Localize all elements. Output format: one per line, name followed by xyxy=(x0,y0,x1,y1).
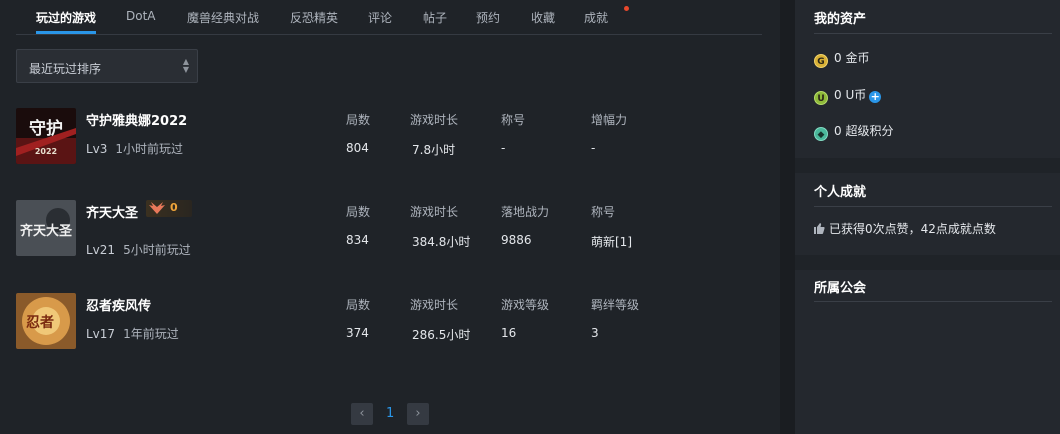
game-meta: Lv3 1小时前玩过 xyxy=(86,140,183,157)
page-number[interactable]: 1 xyxy=(386,406,394,421)
card-divider xyxy=(814,206,1052,207)
tab-played-games[interactable]: 玩过的游戏 xyxy=(36,9,96,26)
stat-header: 游戏时长 xyxy=(410,205,459,219)
u-coins-text: 0 U币 xyxy=(834,88,867,102)
thumbs-up-icon xyxy=(814,223,825,234)
prev-page-button[interactable]: ‹ xyxy=(351,403,373,425)
super-points: ◆ 0 超级积分 xyxy=(814,122,893,141)
game-title[interactable]: 忍者疾风传 xyxy=(86,295,151,314)
game-level: Lv17 xyxy=(86,327,116,341)
tab-counter-strike[interactable]: 反恐精英 xyxy=(290,9,338,26)
svg-text:2022: 2022 xyxy=(35,147,57,156)
stat-value: 374 xyxy=(346,326,369,340)
u-coin-icon: U xyxy=(814,91,828,105)
tab-achievements[interactable]: 成就 xyxy=(584,9,608,26)
svg-text:忍者: 忍者 xyxy=(26,315,54,331)
achievement-text: 已获得0次点赞，42点成就点数 xyxy=(829,222,996,236)
badge-count: 0 xyxy=(170,201,178,214)
last-played: 1年前玩过 xyxy=(123,327,179,341)
game-thumbnail[interactable]: 守护 2022 xyxy=(16,108,76,164)
panel-divider xyxy=(780,0,795,434)
tab-bar: 玩过的游戏 DotA 魔兽经典对战 反恐精英 评论 帖子 预约 收藏 成就 xyxy=(16,0,762,35)
guild-card: 所属公会 xyxy=(795,270,1060,434)
card-divider xyxy=(814,301,1052,302)
super-points-icon: ◆ xyxy=(814,127,828,141)
active-tab-indicator xyxy=(36,31,96,34)
tab-dota[interactable]: DotA xyxy=(126,9,156,23)
last-played: 1小时前玩过 xyxy=(115,142,184,156)
game-meta: Lv21 5小时前玩过 xyxy=(86,241,191,258)
svg-text:守护: 守护 xyxy=(29,118,63,139)
game-thumbnail[interactable]: 忍者 xyxy=(16,293,76,349)
game-level: Lv3 xyxy=(86,142,108,156)
assets-title: 我的资产 xyxy=(814,12,867,27)
stat-value: 16 xyxy=(501,326,517,340)
stat-value: 286.5小时 xyxy=(412,328,471,342)
stat-value: 7.8小时 xyxy=(412,143,456,157)
stat-value: 834 xyxy=(346,233,369,247)
tab-warcraft-classic[interactable]: 魔兽经典对战 xyxy=(187,9,259,26)
stat-header: 落地战力 xyxy=(501,205,550,219)
game-title[interactable]: 齐天大圣 xyxy=(86,202,138,221)
super-points-text: 0 超级积分 xyxy=(834,124,894,138)
game-row[interactable]: 忍者 忍者疾风传 Lv17 1年前玩过 局数 374 游戏时长 286.5小时 游… xyxy=(16,293,756,351)
notification-dot xyxy=(624,6,629,11)
achievements-title: 个人成就 xyxy=(814,185,867,200)
game-thumbnail[interactable]: 齐天大圣 xyxy=(16,200,76,256)
game-title[interactable]: 守护雅典娜2022 xyxy=(86,110,187,129)
stat-value: 萌新[1] xyxy=(591,235,632,249)
stat-header: 局数 xyxy=(346,298,371,312)
stat-value: - xyxy=(501,141,506,155)
sort-arrows-icon: ▲ ▼ xyxy=(182,57,189,74)
stat-header: 游戏等级 xyxy=(501,298,550,312)
game-row[interactable]: 齐天大圣 齐天大圣 0 Lv21 5小时前玩过 局数 834 游戏时长 384.8… xyxy=(16,200,756,258)
stat-value: 9886 xyxy=(501,233,532,247)
stat-header: 局数 xyxy=(346,205,371,219)
svg-text:齐天大圣: 齐天大圣 xyxy=(20,223,73,239)
stat-value: 3 xyxy=(591,326,599,340)
game-row[interactable]: 守护 2022 守护雅典娜2022 Lv3 1小时前玩过 局数 804 游戏时长 … xyxy=(16,108,756,166)
tab-comments[interactable]: 评论 xyxy=(368,9,392,26)
stat-value: 804 xyxy=(346,141,369,155)
stat-value: - xyxy=(591,141,596,155)
stat-header: 称号 xyxy=(501,113,526,127)
assets-card: 我的资产 G 0 金币 U 0 U币 + ◆ 0 超级积分 xyxy=(795,0,1060,158)
stat-header: 游戏时长 xyxy=(410,113,459,127)
stat-value: 384.8小时 xyxy=(412,235,471,249)
tab-reservations[interactable]: 预约 xyxy=(476,9,500,26)
next-page-button[interactable]: › xyxy=(407,403,429,425)
stat-header: 局数 xyxy=(346,113,371,127)
game-meta: Lv17 1年前玩过 xyxy=(86,325,179,342)
add-u-coins-icon[interactable]: + xyxy=(869,91,882,103)
left-panel: 玩过的游戏 DotA 魔兽经典对战 反恐精英 评论 帖子 预约 收藏 成就 最近… xyxy=(0,0,780,434)
last-played: 5小时前玩过 xyxy=(123,243,191,257)
stat-header: 称号 xyxy=(591,205,616,219)
stat-header: 羁绊等级 xyxy=(591,298,640,312)
sort-select[interactable]: 最近玩过排序 ▲ ▼ xyxy=(16,49,198,83)
gold-coin-icon: G xyxy=(814,54,828,68)
game-level: Lv21 xyxy=(86,243,116,257)
achievements-card: 个人成就 已获得0次点赞，42点成就点数 xyxy=(795,173,1060,255)
achievement-summary: 已获得0次点赞，42点成就点数 xyxy=(814,220,996,237)
gold-coins-text: 0 金币 xyxy=(834,51,870,65)
guild-title: 所属公会 xyxy=(814,281,867,296)
tab-favorites[interactable]: 收藏 xyxy=(531,9,555,26)
wings-icon xyxy=(149,202,165,214)
u-coins: U 0 U币 + xyxy=(814,86,882,105)
card-divider xyxy=(814,33,1052,34)
sort-selected-value: 最近玩过排序 xyxy=(29,62,102,76)
tab-posts[interactable]: 帖子 xyxy=(423,9,447,26)
stat-header: 增幅力 xyxy=(591,113,628,127)
gold-coins: G 0 金币 xyxy=(814,49,869,68)
game-badge: 0 xyxy=(146,200,192,217)
stat-header: 游戏时长 xyxy=(410,298,459,312)
